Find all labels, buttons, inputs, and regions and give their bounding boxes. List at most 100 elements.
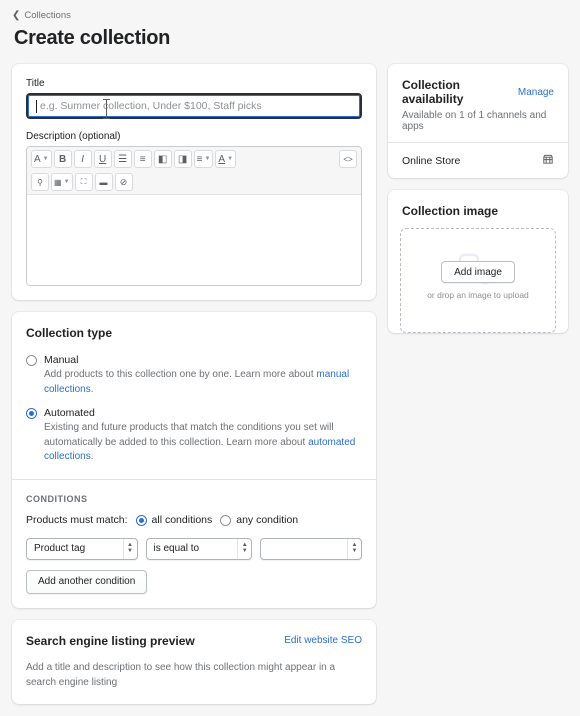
match-option-any[interactable]: any condition xyxy=(220,514,298,526)
radio-any-condition[interactable] xyxy=(220,515,231,526)
chevron-left-icon: ❮ xyxy=(12,11,20,21)
radio-manual-label: Manual xyxy=(44,354,78,366)
text-caret xyxy=(36,100,37,113)
radio-automated[interactable] xyxy=(26,408,37,419)
condition-value-select[interactable]: ▲▼ xyxy=(260,538,362,560)
collection-type-heading: Collection type xyxy=(26,326,362,340)
bold-icon: B xyxy=(59,154,66,165)
automated-help-prefix: Existing and future products that match … xyxy=(44,422,334,448)
text-color-icon: A xyxy=(218,154,225,165)
manual-help-text: Add products to this collection one by o… xyxy=(44,368,362,397)
code-view-button[interactable]: <> xyxy=(339,150,357,168)
indent-icon: ◨ xyxy=(178,154,187,165)
seo-heading: Search engine listing preview xyxy=(26,634,195,648)
radio-automated-label: Automated xyxy=(44,407,95,419)
chevron-down-icon: ▼ xyxy=(227,156,233,162)
collection-type-card: Collection type Manual Add products to t… xyxy=(12,312,376,608)
availability-subtitle: Available on 1 of 1 channels and apps xyxy=(402,110,554,132)
numbered-list-button[interactable]: ≡ xyxy=(134,150,152,168)
italic-button[interactable]: I xyxy=(74,150,92,168)
match-option-all[interactable]: all conditions xyxy=(136,514,213,526)
conditions-section: CONDITIONS Products must match: all cond… xyxy=(12,480,376,608)
bulleted-list-icon: ☰ xyxy=(118,154,127,165)
description-field: Description (optional) A ▼ B I xyxy=(26,131,362,286)
bulleted-list-button[interactable]: ☰ xyxy=(114,150,132,168)
match-label: Products must match: xyxy=(26,514,128,526)
conditions-heading: CONDITIONS xyxy=(26,494,362,504)
channel-name: Online Store xyxy=(402,155,460,167)
numbered-list-icon: ≡ xyxy=(140,154,146,165)
rich-text-editor[interactable]: A ▼ B I U ☰ ≡ ◧ ◨ xyxy=(26,146,362,286)
storefront-icon xyxy=(542,153,554,168)
collection-type-option-manual[interactable]: Manual xyxy=(26,354,362,366)
chevron-down-icon: ▼ xyxy=(43,156,49,162)
collection-image-heading: Collection image xyxy=(402,204,554,218)
paragraph-style-icon: A xyxy=(34,154,41,165)
text-color-button[interactable]: A ▼ xyxy=(215,150,236,168)
page-title: Create collection xyxy=(14,27,568,50)
clear-formatting-icon: ⊘ xyxy=(120,177,128,188)
manage-availability-link[interactable]: Manage xyxy=(518,87,554,98)
description-textarea[interactable] xyxy=(27,195,361,285)
seo-body-text: Add a title and description to see how t… xyxy=(26,660,362,690)
seo-preview-card: Search engine listing preview Edit websi… xyxy=(12,620,376,704)
underline-icon: U xyxy=(99,154,106,165)
insert-table-button[interactable]: ▦ ▼ xyxy=(51,173,73,191)
channel-row-online-store[interactable]: Online Store xyxy=(388,143,568,178)
editor-toolbar-row-2: ⚲ ▦ ▼ ⛶ ▬ ⊘ xyxy=(31,173,357,191)
condition-operator-value: is equal to xyxy=(154,543,200,554)
page-root: ❮ Collections Create collection Title e.… xyxy=(0,0,580,716)
title-description-card: Title e.g. Summer collection, Under $100… xyxy=(12,64,376,300)
condition-row: Product tag ▲▼ is equal to ▲▼ ▲▼ xyxy=(26,538,362,560)
main-column: Title e.g. Summer collection, Under $100… xyxy=(12,64,376,716)
add-another-condition-button[interactable]: Add another condition xyxy=(26,570,147,594)
insert-image-button[interactable]: ⛶ xyxy=(75,173,93,191)
condition-field-value: Product tag xyxy=(34,543,85,554)
content-columns: Title e.g. Summer collection, Under $100… xyxy=(12,64,568,716)
stepper-icon[interactable]: ▲▼ xyxy=(123,539,137,559)
bold-button[interactable]: B xyxy=(54,150,72,168)
manual-help-suffix: . xyxy=(91,384,94,395)
seo-header-row: Search engine listing preview Edit websi… xyxy=(26,634,362,648)
manual-help-prefix: Add products to this collection one by o… xyxy=(44,369,316,380)
table-icon: ▦ xyxy=(54,178,62,187)
edit-website-seo-link[interactable]: Edit website SEO xyxy=(284,635,362,646)
collection-availability-card: Collection availability Manage Available… xyxy=(388,64,568,178)
breadcrumb-back-collections[interactable]: ❮ Collections xyxy=(12,10,71,21)
automated-help-suffix: . xyxy=(91,451,94,462)
indent-button[interactable]: ◨ xyxy=(174,150,192,168)
clear-formatting-button[interactable]: ⊘ xyxy=(115,173,133,191)
paragraph-style-button[interactable]: A ▼ xyxy=(31,150,52,168)
condition-field-select[interactable]: Product tag ▲▼ xyxy=(26,538,138,560)
align-icon: ≡ xyxy=(197,154,203,165)
radio-any-condition-label: any condition xyxy=(236,514,298,526)
italic-icon: I xyxy=(81,154,84,165)
stepper-icon[interactable]: ▲▼ xyxy=(237,539,251,559)
outdent-button[interactable]: ◧ xyxy=(154,150,172,168)
align-button[interactable]: ≡ ▼ xyxy=(194,150,214,168)
side-column: Collection availability Manage Available… xyxy=(388,64,568,345)
condition-operator-select[interactable]: is equal to ▲▼ xyxy=(146,538,253,560)
description-label: Description (optional) xyxy=(26,131,362,142)
add-image-button[interactable]: Add image xyxy=(441,261,515,283)
radio-all-conditions-label: all conditions xyxy=(152,514,213,526)
collection-image-card: Collection image Add image or drop an im… xyxy=(388,190,568,333)
image-icon: ⛶ xyxy=(81,177,87,187)
match-mode-row: Products must match: all conditions any … xyxy=(26,514,362,526)
collection-type-option-automated[interactable]: Automated xyxy=(26,407,362,419)
image-dropzone[interactable]: Add image or drop an image to upload xyxy=(400,228,556,333)
code-icon: <> xyxy=(343,155,352,164)
breadcrumb-label: Collections xyxy=(24,10,70,21)
link-icon: ⚲ xyxy=(37,178,43,187)
title-input[interactable]: e.g. Summer collection, Under $100, Staf… xyxy=(26,93,362,119)
insert-link-button[interactable]: ⚲ xyxy=(31,173,49,191)
radio-all-conditions[interactable] xyxy=(136,515,147,526)
availability-header-row: Collection availability Manage xyxy=(402,78,554,106)
automated-help-text: Existing and future products that match … xyxy=(44,421,362,465)
availability-heading: Collection availability xyxy=(402,78,518,106)
chevron-down-icon: ▼ xyxy=(204,156,210,162)
stepper-icon[interactable]: ▲▼ xyxy=(347,539,361,559)
underline-button[interactable]: U xyxy=(94,150,112,168)
insert-video-button[interactable]: ▬ xyxy=(95,173,113,191)
radio-manual[interactable] xyxy=(26,355,37,366)
